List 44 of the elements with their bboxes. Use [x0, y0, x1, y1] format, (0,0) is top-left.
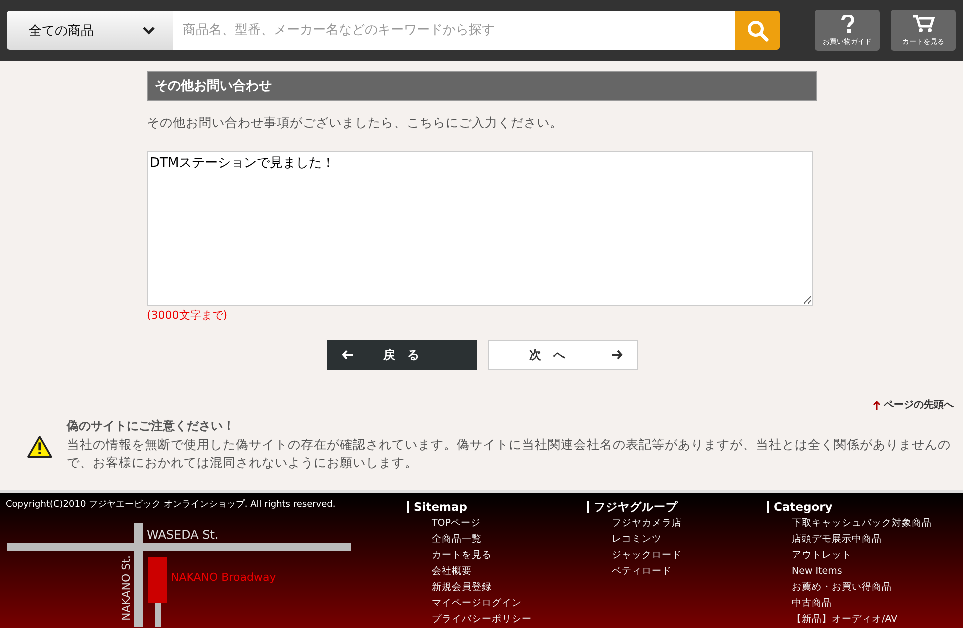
- notice-title: 偽のサイトにご注意ください！: [66, 418, 236, 435]
- page-top-link[interactable]: ページの先頭へ: [873, 398, 954, 412]
- landmark-label: NAKANO Broadway: [171, 571, 276, 584]
- street-label: NAKANO St.: [120, 556, 133, 621]
- inquiry-textarea[interactable]: DTMステーションで見ました！: [147, 151, 813, 306]
- question-mark-icon: [840, 14, 854, 32]
- character-limit-note: (3000文字まで): [147, 308, 229, 323]
- chevron-down-icon: [142, 26, 156, 36]
- footer-column-title: Sitemap: [407, 501, 580, 513]
- search-button[interactable]: [735, 11, 780, 50]
- footer-link[interactable]: 店頭デモ展示中商品: [760, 532, 940, 548]
- category-select[interactable]: 全ての商品: [7, 11, 173, 50]
- footer-link[interactable]: カートを見る: [400, 548, 580, 564]
- footer-link[interactable]: アウトレット: [760, 548, 940, 564]
- next-button[interactable]: 次 へ: [488, 340, 638, 370]
- footer-column-title: Category: [767, 501, 940, 513]
- arrow-right-icon: [610, 350, 622, 360]
- footer-link[interactable]: ジャックロード: [580, 548, 760, 564]
- section-title: その他お問い合わせ: [147, 71, 817, 101]
- footer-link[interactable]: 会社概要: [400, 564, 580, 580]
- notice-text: 当社の情報を無断で使用した偽サイトの存在が確認されています。偽サイトに当社関連会社名の表記等がありますが、当社とは全く関係がありませんので、お客様におかれては混同されないようにお願いします。: [66, 436, 952, 472]
- footer-link[interactable]: 新規会員登録: [400, 580, 580, 596]
- footer-link[interactable]: レコミンツ: [580, 532, 760, 548]
- copyright-text: Copyright(C)2010 フジヤエービック オンラインショップ. All rights reserved.: [6, 498, 337, 511]
- search-icon: [746, 20, 768, 42]
- footer-link[interactable]: プライバシーポリシー: [400, 612, 580, 628]
- instruction-text: その他お問い合わせ事項がございましたら、こちらにご入力ください。: [147, 115, 564, 132]
- footer-link[interactable]: お薦め・お買い得商品: [760, 580, 940, 596]
- up-arrow-icon: [873, 400, 881, 410]
- footer-link[interactable]: 下取キャッシュバック対象商品: [760, 516, 940, 532]
- footer-link[interactable]: 全商品一覧: [400, 532, 580, 548]
- cart-icon: [912, 14, 934, 32]
- footer-link[interactable]: 【新品】オーディオ/AV: [760, 612, 940, 628]
- footer-column-title: フジヤグループ: [587, 501, 760, 513]
- footer-link[interactable]: New Items: [760, 564, 940, 580]
- footer-link[interactable]: TOPページ: [400, 516, 580, 532]
- footer-link[interactable]: 中古商品: [760, 596, 940, 612]
- footer-link[interactable]: マイページログイン: [400, 596, 580, 612]
- street-label: WASEDA St.: [147, 528, 219, 542]
- footer-link[interactable]: ベティロード: [580, 564, 760, 580]
- footer-link[interactable]: フジヤカメラ店: [580, 516, 760, 532]
- arrow-left-icon: [342, 350, 354, 360]
- back-button[interactable]: 戻 る: [326, 340, 476, 370]
- search-field[interactable]: 商品名、型番、メーカー名などのキーワードから探す: [173, 11, 735, 50]
